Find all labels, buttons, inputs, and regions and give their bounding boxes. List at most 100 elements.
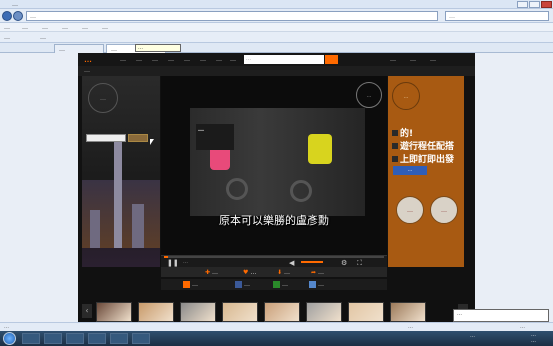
download-icon: ⬇ [277, 269, 283, 276]
bike-wheel [226, 178, 248, 200]
ad-search-button[interactable] [128, 134, 148, 142]
browser-tab[interactable]: … [54, 44, 104, 53]
window-title-bar: … [0, 0, 553, 9]
video-thumbnail[interactable] [96, 302, 132, 322]
tab-tooltip: … [135, 44, 181, 52]
browser-search-input[interactable]: … [445, 11, 549, 21]
address-input[interactable]: … [26, 11, 438, 21]
menu-item[interactable]: … [4, 24, 10, 31]
menu-item[interactable]: … [62, 24, 68, 31]
site-nav-item[interactable]: … [184, 56, 190, 63]
msn-icon [309, 281, 316, 288]
pause-icon[interactable]: ❚❚ [167, 259, 179, 267]
site-nav-right[interactable]: … [430, 56, 436, 63]
breadcrumb-text[interactable]: … [84, 67, 90, 74]
favorites-button[interactable]: … [4, 34, 10, 41]
taskbar-app-icon[interactable] [132, 333, 150, 344]
rider-yellow-shirt [308, 134, 332, 164]
player-controls: ❚❚ … ◀ ⚙ ⛶ [161, 255, 387, 267]
settings-icon[interactable]: ⚙ [341, 259, 347, 267]
bullet-icon [392, 130, 398, 136]
volume-icon[interactable]: ◀ [289, 259, 294, 267]
ad-badge[interactable]: … [430, 196, 458, 224]
menu-item[interactable]: … [42, 24, 48, 31]
site-header: … … … … … … … … … … … … … [78, 53, 475, 66]
video-thumbnail[interactable] [306, 302, 342, 322]
video-thumbnail[interactable] [222, 302, 258, 322]
site-nav-right[interactable]: … [410, 56, 416, 63]
menu-item[interactable]: … [22, 24, 28, 31]
site-search-button[interactable] [325, 55, 338, 64]
clock[interactable]: …… [531, 332, 536, 344]
share-option[interactable]: … [235, 281, 250, 288]
site-logo[interactable]: … [84, 55, 92, 64]
taskbar-app-icon[interactable] [88, 333, 106, 344]
site-nav-item[interactable]: … [168, 56, 174, 63]
start-button[interactable] [3, 332, 16, 345]
site-nav-item[interactable]: … [120, 56, 126, 63]
video-thumbnail[interactable] [348, 302, 384, 322]
bike-wheel [290, 180, 312, 202]
progress-fill [164, 256, 169, 258]
travel-logo-right: … [392, 82, 420, 110]
site-nav-item[interactable]: … [230, 56, 236, 63]
browser-menu-bar: … … … … … … [0, 23, 553, 32]
close-window-button[interactable] [541, 1, 552, 8]
scroll-left-icon[interactable]: ‹ [82, 304, 92, 318]
menu-item[interactable]: … [102, 24, 108, 31]
ime-indicator[interactable]: … [470, 333, 475, 339]
site-nav-item[interactable]: … [136, 56, 142, 63]
ad-badge[interactable]: … [396, 196, 424, 224]
minimize-button[interactable] [517, 1, 528, 8]
taskbar-app-icon[interactable] [110, 333, 128, 344]
travel-logo: … [88, 83, 118, 113]
site-nav-item[interactable]: … [216, 56, 222, 63]
zoom-level[interactable]: … [520, 324, 525, 330]
city-skyline-image [82, 140, 160, 248]
action-button[interactable]: ♥ … [243, 269, 256, 276]
ad-search-field[interactable] [86, 134, 126, 142]
forward-button[interactable] [13, 11, 23, 21]
action-button[interactable]: ➦ … [311, 269, 324, 276]
favorite-link[interactable]: … [40, 34, 46, 41]
taskbar-ie-icon[interactable] [22, 333, 40, 344]
site-search-input[interactable]: … [244, 55, 324, 64]
breadcrumb: … [78, 66, 475, 76]
volume-slider[interactable] [301, 261, 323, 263]
site-nav-right[interactable]: … [390, 56, 396, 63]
share-label: … [244, 281, 250, 288]
maximize-button[interactable] [529, 1, 540, 8]
ad-line-text: 的! [400, 129, 414, 139]
video-thumbnail[interactable] [390, 302, 426, 322]
share-icon: ➦ [311, 269, 317, 276]
share-option[interactable]: … [309, 281, 324, 288]
video-subtitle: 原本可以樂勝的盧彥勳 [219, 214, 329, 227]
bullet-icon [392, 156, 398, 162]
taskbar-explorer-icon[interactable] [44, 333, 62, 344]
security-zone: … [408, 324, 413, 330]
action-button[interactable]: ✚ … [205, 269, 218, 276]
window-title: … [12, 1, 18, 8]
back-button[interactable] [2, 11, 12, 21]
video-thumbnail[interactable] [138, 302, 174, 322]
action-label: … [317, 269, 324, 276]
video-thumbnail[interactable] [264, 302, 300, 322]
notification-popup[interactable]: … [453, 309, 549, 322]
site-nav-item[interactable]: … [152, 56, 158, 63]
share-option[interactable]: … [183, 281, 198, 288]
clock-date: … [531, 338, 536, 344]
video-thumbnail[interactable] [180, 302, 216, 322]
bullet-icon [392, 143, 398, 149]
ad-cta-button[interactable]: … [393, 166, 427, 175]
share-icon [183, 281, 190, 288]
share-label: … [282, 281, 288, 288]
progress-bar[interactable] [164, 256, 384, 258]
ad-line-text: 上即訂即出發 [400, 155, 455, 165]
share-option[interactable]: … [273, 281, 288, 288]
taskbar-media-icon[interactable] [66, 333, 84, 344]
action-button[interactable]: ⬇ … [277, 269, 290, 276]
plus-icon: ✚ [205, 269, 211, 276]
windows-taskbar: … …… [0, 331, 553, 346]
menu-item[interactable]: … [82, 24, 88, 31]
site-nav-item[interactable]: … [200, 56, 206, 63]
